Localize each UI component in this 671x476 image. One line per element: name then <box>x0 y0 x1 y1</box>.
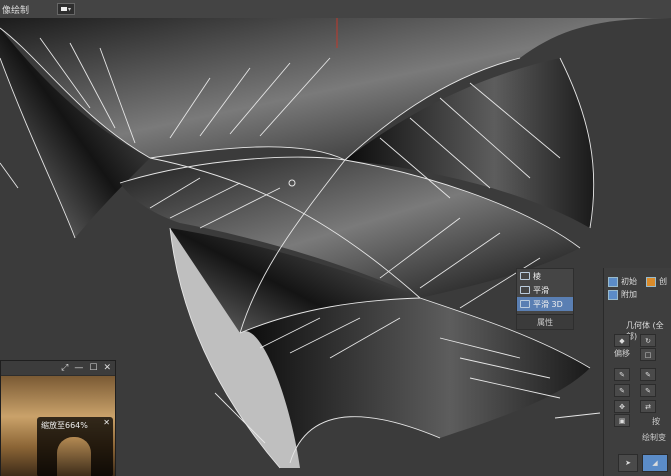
box-icon <box>520 300 530 308</box>
menu-item-label: 平滑 <box>533 285 549 295</box>
arch-thumbnail <box>57 437 91 476</box>
menu-item-smooth-3d[interactable]: 平滑 3D <box>517 297 573 311</box>
display-mode-dropdown[interactable]: ▾ <box>57 3 76 15</box>
zoom-overlay: 缩放至664% ✕ <box>37 417 113 476</box>
square-icon <box>608 276 618 287</box>
tool-grid: ◆ ↻ 偏移 □ ✎ ✎ ✎ ✎ ✥ ⇄ 按 ▣ 绘制变 <box>614 334 671 444</box>
row-label: 附加 <box>621 290 637 299</box>
paint-tool-button[interactable]: ✎ <box>614 384 630 397</box>
lock-tool-button[interactable]: ▣ <box>614 414 630 427</box>
offset-tool-button[interactable]: ◆ <box>614 334 630 347</box>
menu-footer-properties[interactable]: 属性 <box>517 314 573 329</box>
link-tool-button[interactable]: ⇄ <box>640 400 656 413</box>
tool-label: 偏移 <box>614 349 630 358</box>
preview-titlebar: ⤢ — ☐ ✕ <box>1 361 115 375</box>
context-menu: 棱 平滑 平滑 3D 属性 <box>516 268 574 330</box>
panel-row-initial[interactable]: 初始 创 <box>604 275 671 288</box>
app-window: 像绘制 ▾ 棱 平滑 平滑 3D 属性 初始 创 附加 几何体 (全部) ◆ ↻… <box>0 0 671 476</box>
section-label: 按 <box>652 417 660 426</box>
push-tool-icon[interactable]: ◢ <box>642 454 668 472</box>
menu-item-label: 平滑 3D <box>533 299 563 309</box>
rotate-tool-button[interactable]: ↻ <box>640 334 656 347</box>
close-icon[interactable]: ✕ <box>103 418 110 427</box>
sphere-icon <box>646 276 656 287</box>
toolbar-title: 像绘制 <box>2 5 30 16</box>
fit-icon[interactable]: ⤢ <box>61 363 68 373</box>
paint-deform-label: 绘制变 <box>642 433 666 442</box>
minimize-icon[interactable]: — <box>74 363 83 373</box>
square-icon <box>608 289 618 300</box>
top-toolbar: 像绘制 ▾ <box>0 0 671 19</box>
maximize-icon[interactable]: ☐ <box>89 363 97 373</box>
fill-tool-button[interactable]: ✎ <box>640 384 656 397</box>
row-label: 初始 <box>621 277 637 286</box>
move-tool-button[interactable]: ✥ <box>614 400 630 413</box>
menu-item-smooth[interactable]: 平滑 <box>517 283 573 297</box>
menu-item-label: 棱 <box>533 271 541 281</box>
color-swatch <box>61 7 67 11</box>
row-extra-label: 创 <box>659 277 667 286</box>
panel-row-attach[interactable]: 附加 <box>604 288 671 301</box>
select-arrow-icon[interactable]: ➤ <box>618 454 638 472</box>
chevron-down-icon: ▾ <box>68 5 72 13</box>
image-preview-window: ⤢ — ☐ ✕ 缩放至664% ✕ <box>0 360 116 476</box>
brush-tool-button[interactable]: ✎ <box>640 368 656 381</box>
zoom-label: 缩放至664% <box>41 421 88 430</box>
pen-tool-button[interactable]: ✎ <box>614 368 630 381</box>
command-panel: 初始 创 附加 几何体 (全部) ◆ ↻ 偏移 □ ✎ ✎ ✎ ✎ ✥ ⇄ 按 … <box>603 268 671 476</box>
scale-tool-button[interactable]: □ <box>640 348 656 361</box>
menu-item-edge[interactable]: 棱 <box>517 269 573 283</box>
close-icon[interactable]: ✕ <box>103 363 111 373</box>
box-icon <box>520 272 530 280</box>
box-icon <box>520 286 530 294</box>
